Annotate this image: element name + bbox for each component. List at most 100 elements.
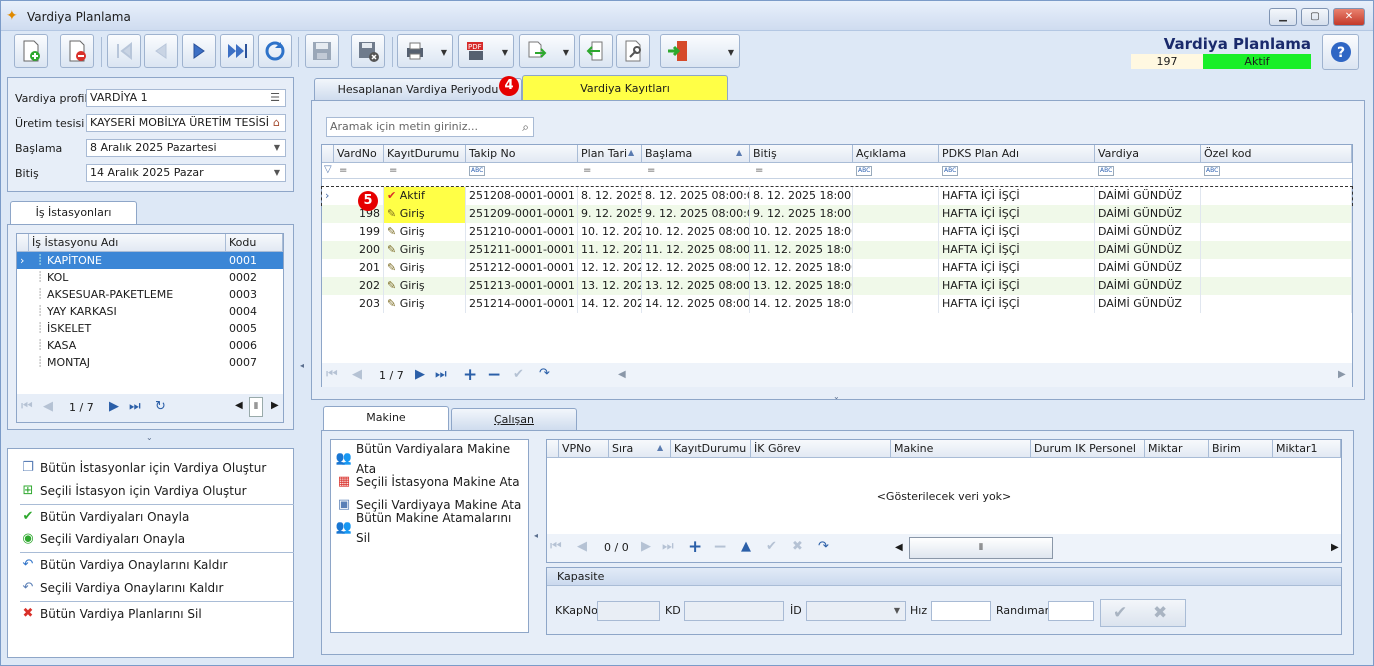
tesis-field[interactable]: KAYSERİ MOBİLYA ÜRETİM TESİSİ ⌂: [86, 114, 286, 132]
print-button[interactable]: ▼: [397, 34, 453, 68]
pdf-export-button[interactable]: PDF ▼: [458, 34, 514, 68]
bitis-date-field[interactable]: 14 Aralık 2025 Pazar ▼: [86, 164, 286, 182]
cmd-approve-selected[interactable]: ◉ Seçili Vardiyaları Onayla: [20, 529, 185, 549]
save-button[interactable]: [305, 34, 339, 68]
refresh-icon[interactable]: ↷: [539, 366, 550, 381]
add-icon[interactable]: +: [688, 537, 702, 557]
save-close-button[interactable]: [351, 34, 385, 68]
minus-icon[interactable]: −: [713, 537, 727, 557]
text-filter-icon[interactable]: ABC: [469, 166, 486, 176]
check-icon[interactable]: ✔: [1113, 603, 1127, 623]
last-icon[interactable]: ⏭: [435, 367, 447, 382]
sort-asc-icon[interactable]: ▲: [736, 148, 742, 157]
table-row[interactable]: ┊ İSKELET 0005: [17, 320, 283, 337]
refresh-button[interactable]: [258, 34, 292, 68]
column-header[interactable]: Vardiya: [1095, 145, 1201, 163]
splitter-arrow-icon[interactable]: ⌄: [146, 433, 153, 442]
search-input[interactable]: Aramak için metin giriniz... ⌕: [326, 117, 534, 137]
assign-selected-station[interactable]: ▦ Seçili İstasyona Makine Ata: [336, 472, 520, 492]
refresh-icon[interactable]: ↷: [818, 539, 829, 554]
tab-shift-records[interactable]: Vardiya Kayıtları: [522, 75, 728, 101]
last-icon[interactable]: ⏭: [129, 399, 141, 414]
previous-icon[interactable]: ◀: [43, 399, 53, 414]
kd-field[interactable]: [684, 601, 784, 621]
sort-asc-icon[interactable]: ▲: [657, 443, 663, 452]
delete-all-assignments[interactable]: 👥 Bütün Makine Atamalarını Sil: [336, 511, 528, 545]
column-header[interactable]: PDKS Plan Adı: [939, 145, 1095, 163]
text-filter-icon[interactable]: ABC: [856, 166, 873, 176]
table-row[interactable]: ┊ AKSESUAR-PAKETLEME 0003: [17, 286, 283, 303]
search-icon[interactable]: ⌕: [522, 118, 529, 136]
column-header[interactable]: VardNo: [334, 145, 384, 163]
table-row[interactable]: ┊ YAY KARKASI 0004: [17, 303, 283, 320]
column-header[interactable]: Açıklama: [853, 145, 939, 163]
check-icon[interactable]: ✔: [513, 367, 524, 382]
table-row[interactable]: 200✎ Giriş251211-0001-000111. 12. 202511…: [322, 241, 1352, 259]
import-button[interactable]: [579, 34, 613, 68]
next-record-button[interactable]: [182, 34, 216, 68]
equals-filter-icon[interactable]: =: [583, 165, 591, 176]
table-row[interactable]: 203✎ Giriş251214-0001-000114. 12. 202514…: [322, 295, 1352, 313]
table-row[interactable]: › ┊ KAPİTONE 0001: [17, 252, 283, 269]
column-header[interactable]: Özel kod: [1201, 145, 1352, 163]
cmd-unapprove-all[interactable]: ↶ Bütün Vardiya Onaylarını Kaldır: [20, 555, 228, 575]
sort-asc-icon[interactable]: ▲: [628, 148, 634, 157]
text-filter-icon[interactable]: ABC: [942, 166, 959, 176]
vertical-splitter-icon[interactable]: ◂: [300, 361, 304, 370]
document-settings-button[interactable]: [616, 34, 650, 68]
col-station-name[interactable]: İş İstasyonu Adı: [29, 234, 226, 252]
column-header[interactable]: Makine: [891, 440, 1031, 458]
chevron-down-icon[interactable]: ▼: [274, 165, 280, 181]
filter-icon[interactable]: ▽: [324, 164, 332, 175]
cmd-unapprove-selected[interactable]: ↶ Seçili Vardiya Onaylarını Kaldır: [20, 578, 224, 598]
scroll-left-icon[interactable]: ◀: [235, 400, 243, 411]
table-row[interactable]: 198 ✎ Giriş 251209-0001-0001 9. 12. 2025 9. …: [322, 205, 1352, 223]
col-station-code[interactable]: Kodu: [226, 234, 283, 252]
next-icon[interactable]: ▶: [415, 367, 425, 382]
cmd-delete-all[interactable]: ✖ Bütün Vardiya Planlarını Sil: [20, 604, 202, 624]
column-header[interactable]: İK Görev: [751, 440, 891, 458]
table-row[interactable]: 201✎ Giriş251212-0001-000112. 12. 202512…: [322, 259, 1352, 277]
maximize-button[interactable]: ▢: [1301, 8, 1329, 26]
table-row[interactable]: ┊ KOL 0002: [17, 269, 283, 286]
cmd-create-selected[interactable]: ⊞ Seçili İstasyon için Vardiya Oluştur: [20, 481, 247, 501]
refresh-icon[interactable]: ↻: [155, 399, 166, 414]
column-header[interactable]: Birim: [1209, 440, 1273, 458]
table-row[interactable]: ┊ MONTAJ 0007: [17, 354, 283, 371]
first-icon[interactable]: ⏮: [21, 399, 33, 414]
cancel-icon[interactable]: ✖: [792, 539, 803, 554]
scroll-left-icon[interactable]: ◀: [618, 369, 626, 380]
scroll-right-icon[interactable]: ▶: [271, 400, 279, 411]
id-dropdown[interactable]: ▼: [806, 601, 906, 621]
equals-filter-icon[interactable]: =: [755, 165, 763, 176]
factory-icon[interactable]: ⌂: [273, 115, 280, 131]
assign-all-shifts[interactable]: 👥 Bütün Vardiyalara Makine Ata: [336, 442, 528, 476]
delete-record-button[interactable]: [60, 34, 94, 68]
next-icon[interactable]: ▶: [109, 399, 119, 414]
add-icon[interactable]: +: [463, 365, 477, 385]
last-record-button[interactable]: [220, 34, 254, 68]
column-header[interactable]: KayıtDurumu: [671, 440, 751, 458]
kkapno-field[interactable]: [597, 601, 660, 621]
hiz-field[interactable]: [931, 601, 991, 621]
column-header[interactable]: Durum IK Personel: [1031, 440, 1145, 458]
column-header[interactable]: KayıtDurumu: [384, 145, 466, 163]
table-row[interactable]: 202✎ Giriş251213-0001-000113. 12. 202513…: [322, 277, 1352, 295]
list-icon[interactable]: ☰: [270, 90, 280, 106]
text-filter-icon[interactable]: ABC: [1204, 166, 1221, 176]
column-header[interactable]: Bitiş: [750, 145, 853, 163]
column-header[interactable]: Başlama: [642, 145, 750, 163]
new-record-button[interactable]: [14, 34, 48, 68]
cmd-approve-all[interactable]: ✔ Bütün Vardiyaları Onayla: [20, 507, 190, 527]
first-record-button[interactable]: [107, 34, 141, 68]
scroll-right-icon[interactable]: ▶: [1331, 542, 1339, 553]
help-button[interactable]: ?: [1322, 34, 1359, 70]
randiman-field[interactable]: [1048, 601, 1094, 621]
text-filter-icon[interactable]: ABC: [1098, 166, 1115, 176]
vertical-splitter-icon[interactable]: ◂: [534, 531, 538, 540]
splitter-arrow-icon[interactable]: ⌄: [833, 392, 840, 401]
column-header[interactable]: Miktar1: [1273, 440, 1341, 458]
last-icon[interactable]: ⏭: [662, 539, 674, 554]
scroll-left-icon[interactable]: ◀: [895, 542, 903, 553]
profil-field[interactable]: VARDİYA 1 ☰: [86, 89, 286, 107]
